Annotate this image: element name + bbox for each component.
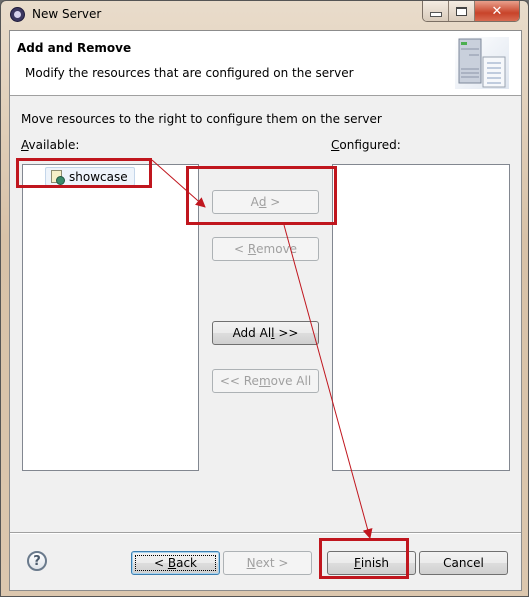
- configured-label: Configured:: [331, 138, 401, 152]
- page-description: Modify the resources that are configured…: [25, 66, 354, 80]
- available-label: Available:: [21, 138, 80, 152]
- add-all-button[interactable]: Add Al l >>: [212, 321, 319, 345]
- title-bar[interactable]: New Server ✕: [1, 1, 528, 29]
- highlight-box-finish: [319, 538, 409, 579]
- page-title: Add and Remove: [17, 41, 132, 55]
- window-title: New Server: [32, 7, 102, 21]
- minimize-button[interactable]: [423, 1, 449, 21]
- remove-button[interactable]: < Remove: [212, 237, 319, 261]
- footer-separator: [10, 532, 521, 534]
- window-controls: ✕: [422, 1, 520, 22]
- instruction-text: Move resources to the right to configure…: [21, 112, 382, 126]
- available-list[interactable]: showcase: [22, 164, 199, 471]
- server-wizard-icon: [455, 37, 509, 89]
- dialog-window: New Server ✕ Add and Remove Modify the r…: [0, 0, 529, 597]
- close-icon: ✕: [491, 3, 503, 19]
- remove-all-button[interactable]: << Re m ove All: [212, 369, 319, 393]
- close-button[interactable]: ✕: [475, 1, 519, 21]
- maximize-button[interactable]: [449, 1, 475, 21]
- highlight-box-add: [186, 166, 337, 225]
- focus-ring: [135, 555, 216, 571]
- help-icon[interactable]: ?: [27, 551, 47, 571]
- next-button[interactable]: Next >: [223, 551, 312, 575]
- highlight-box-showcase: [16, 158, 152, 188]
- cancel-button[interactable]: Cancel: [419, 551, 508, 575]
- eclipse-app-icon: [10, 7, 25, 22]
- back-button[interactable]: < Back: [131, 551, 220, 575]
- wizard-page: Add and Remove Modify the resources that…: [9, 30, 522, 591]
- configured-list[interactable]: [332, 164, 510, 471]
- wizard-banner: Add and Remove Modify the resources that…: [10, 31, 521, 96]
